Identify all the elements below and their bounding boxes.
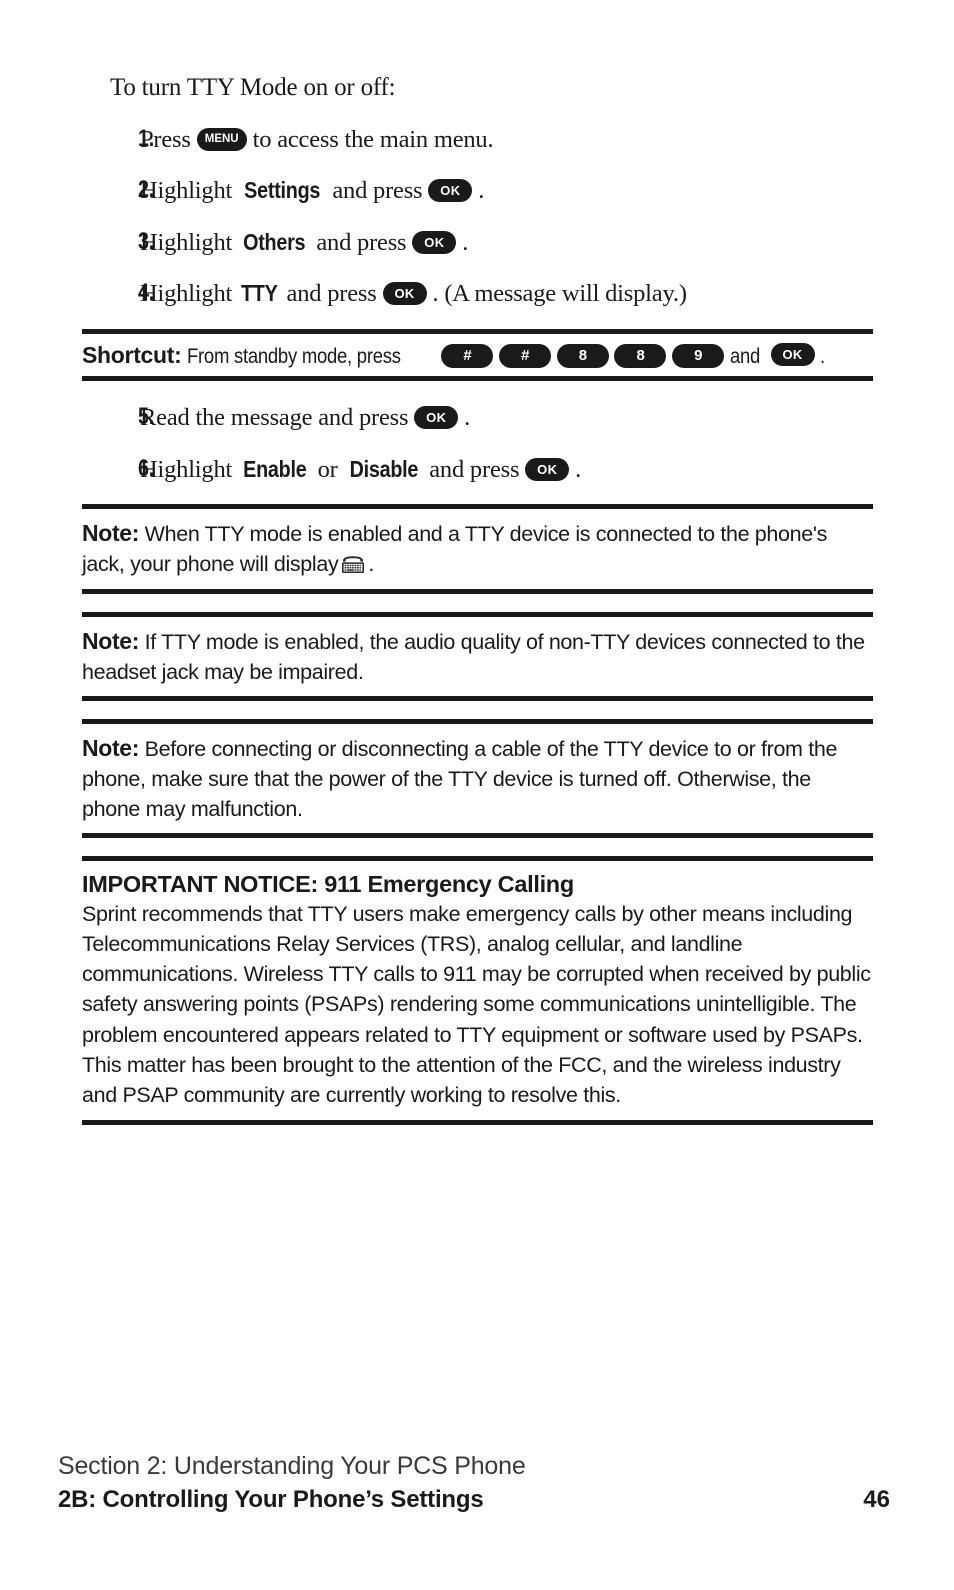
step-1-text-after: to access the main menu. bbox=[252, 126, 494, 153]
nine-key-icon: 9 bbox=[672, 343, 725, 368]
note-block-2: Note: If TTY mode is enabled, the audio … bbox=[82, 611, 873, 701]
step-6-text-after: . bbox=[575, 455, 582, 483]
note-1-text: When TTY mode is enabled and a TTY devic… bbox=[82, 522, 827, 577]
page-content: To turn TTY Mode on or off: 1. Press MEN… bbox=[82, 0, 873, 1125]
note-gap-2 bbox=[82, 701, 873, 719]
shortcut-text-after: . bbox=[820, 343, 826, 368]
note-1-text-end: . bbox=[368, 552, 374, 577]
step-2-text-after: . bbox=[478, 177, 485, 205]
note-1-label: Note: bbox=[82, 520, 140, 547]
step-1-number: 1. bbox=[138, 125, 155, 152]
menu-key-icon: MENU bbox=[196, 127, 247, 151]
step-2: 2. Highlight Settings and press OK . bbox=[82, 176, 873, 205]
manual-page: To turn TTY Mode on or off: 1. Press MEN… bbox=[0, 0, 954, 1590]
step-3-text-after: . bbox=[462, 228, 469, 256]
eight-key-icon: 8 bbox=[614, 343, 667, 368]
step-2-text-mid: and press bbox=[332, 177, 423, 205]
note-block-3: Note: Before connecting or disconnecting… bbox=[82, 718, 873, 839]
step-1: 1. Press MENU to access the main menu. bbox=[82, 125, 873, 154]
ok-key-icon: OK bbox=[525, 457, 570, 481]
footer-section-title: Section 2: Understanding Your PCS Phone bbox=[58, 1452, 526, 1480]
notice-gap bbox=[82, 838, 873, 856]
step-5-text-after: . bbox=[464, 404, 471, 432]
note-block-1: Note: When TTY mode is enabled and a TTY… bbox=[82, 504, 873, 594]
shortcut-label: Shortcut: bbox=[82, 341, 182, 368]
ok-key-icon: OK bbox=[414, 406, 459, 430]
note-2-label: Note: bbox=[82, 627, 140, 654]
intro-line: To turn TTY Mode on or off: bbox=[110, 74, 396, 101]
step-3: 3. Highlight Others and press OK . bbox=[82, 228, 873, 257]
eight-key-icon: 8 bbox=[556, 343, 609, 368]
step-6: 6. Highlight Enable or Disable and press… bbox=[82, 455, 873, 484]
footer-chapter-title: 2B: Controlling Your Phone’s Settings bbox=[58, 1485, 484, 1513]
ok-key-icon: OK bbox=[770, 343, 815, 367]
step-6-menu-term-disable: Disable bbox=[349, 455, 418, 482]
step-3-menu-term: Others bbox=[243, 228, 306, 255]
note-2-text: If TTY mode is enabled, the audio qualit… bbox=[82, 629, 865, 684]
step-3-number: 3. bbox=[138, 227, 155, 255]
step-4-text-after: . (A message will display.) bbox=[432, 280, 687, 308]
page-footer: Section 2: Understanding Your PCS Phone … bbox=[58, 1452, 890, 1514]
step-4-text-mid: and press bbox=[286, 280, 377, 308]
step-6-text-mid: and press bbox=[429, 455, 520, 483]
shortcut-text-before: From standby mode, press bbox=[187, 343, 401, 368]
important-notice-block: IMPORTANT NOTICE: 911 Emergency Calling … bbox=[82, 856, 873, 1125]
note-1-body: Note: When TTY mode is enabled and a TTY… bbox=[82, 509, 873, 588]
ok-key-icon: OK bbox=[412, 230, 457, 254]
steps-list-top: 1. Press MENU to access the main menu. 2… bbox=[82, 125, 873, 309]
note-2-body: Note: If TTY mode is enabled, the audio … bbox=[82, 617, 873, 696]
step-6-menu-term-enable: Enable bbox=[243, 455, 307, 482]
step-4-number: 4. bbox=[138, 279, 155, 307]
shortcut-rule-bottom bbox=[82, 376, 873, 382]
notice-rule-bottom bbox=[82, 1119, 873, 1125]
notice-title: IMPORTANT NOTICE: 911 Emergency Calling bbox=[82, 871, 574, 898]
tty-device-icon bbox=[340, 553, 366, 574]
steps-list-bottom: 5. Read the message and press OK . 6. Hi… bbox=[82, 403, 873, 484]
footer-row: 2B: Controlling Your Phone’s Settings 46 bbox=[58, 1486, 890, 1514]
hash-key-icon: # bbox=[499, 343, 552, 368]
note-3-body: Note: Before connecting or disconnecting… bbox=[82, 724, 873, 833]
step-4: 4. Highlight TTY and press OK . (A messa… bbox=[82, 279, 873, 308]
step-2-menu-term: Settings bbox=[244, 177, 321, 204]
step-2-number: 2. bbox=[138, 176, 155, 204]
note-3-label: Note: bbox=[82, 734, 140, 761]
hash-key-icon: # bbox=[441, 343, 494, 368]
notice-body: Sprint recommends that TTY users make em… bbox=[82, 902, 871, 1107]
shortcut-text-and: and bbox=[729, 343, 760, 368]
page-number: 46 bbox=[863, 1485, 890, 1513]
ok-key-icon: OK bbox=[428, 179, 473, 203]
step-6-number: 6. bbox=[138, 454, 155, 482]
step-5-number: 5. bbox=[138, 403, 155, 431]
note-3-text: Before connecting or disconnecting a cab… bbox=[82, 736, 838, 822]
note-gap-1 bbox=[82, 594, 873, 612]
step-5-text-before: Read the message and press bbox=[140, 404, 409, 432]
shortcut-block: Shortcut: From standby mode, press # # 8… bbox=[82, 328, 873, 382]
shortcut-line: Shortcut: From standby mode, press # # 8… bbox=[82, 334, 873, 377]
step-6-conjunction: or bbox=[317, 455, 338, 483]
step-5: 5. Read the message and press OK . bbox=[82, 403, 873, 432]
step-4-menu-term: TTY bbox=[241, 280, 278, 307]
ok-key-icon: OK bbox=[382, 282, 427, 306]
step-3-text-mid: and press bbox=[316, 228, 407, 256]
